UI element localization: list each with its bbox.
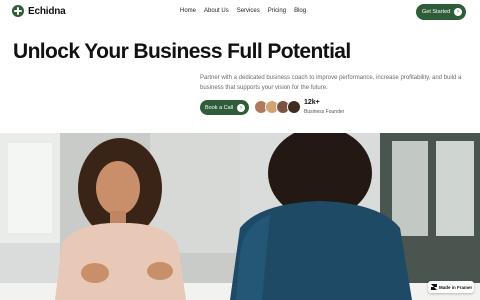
nav-item-blog[interactable]: Blog — [294, 8, 306, 14]
book-a-call-button[interactable]: Book a Call › — [200, 100, 249, 115]
hero-title: Unlock Your Business Full Potential — [13, 40, 351, 63]
top-navigation: Echidna Home About Us Services Pricing B… — [0, 0, 480, 24]
founder-avatar — [287, 100, 301, 114]
founder-avatars — [254, 100, 301, 114]
brand-logo[interactable]: Echidna — [12, 5, 66, 17]
brand-name: Echidna — [28, 5, 66, 17]
arrow-right-icon: › — [454, 8, 462, 16]
echidna-logo-icon — [12, 5, 24, 17]
arrow-right-icon: › — [237, 103, 245, 112]
nav-item-home[interactable]: Home — [180, 8, 196, 14]
founder-count: 12k+ — [304, 99, 320, 106]
founder-stats: 12k+ Business Founder — [304, 99, 344, 115]
nav-item-about-us[interactable]: About Us — [204, 8, 229, 14]
founder-label: Business Founder — [304, 109, 345, 115]
hero-description: Partner with a dedicated business coach … — [200, 75, 462, 91]
coaching-session-image — [0, 133, 480, 300]
hero-photo — [0, 133, 480, 300]
made-in-framer-badge[interactable]: Made in Framer — [428, 281, 474, 293]
get-started-button[interactable]: Get Started › — [416, 4, 466, 20]
nav-item-pricing[interactable]: Pricing — [268, 8, 286, 14]
nav-item-services[interactable]: Services — [237, 8, 260, 14]
framer-icon — [431, 284, 437, 290]
main-menu: Home About Us Services Pricing Blog — [180, 8, 306, 14]
get-started-label: Get Started — [422, 9, 451, 15]
made-in-framer-label: Made in Framer — [439, 284, 473, 290]
book-a-call-label: Book a Call — [205, 104, 234, 111]
